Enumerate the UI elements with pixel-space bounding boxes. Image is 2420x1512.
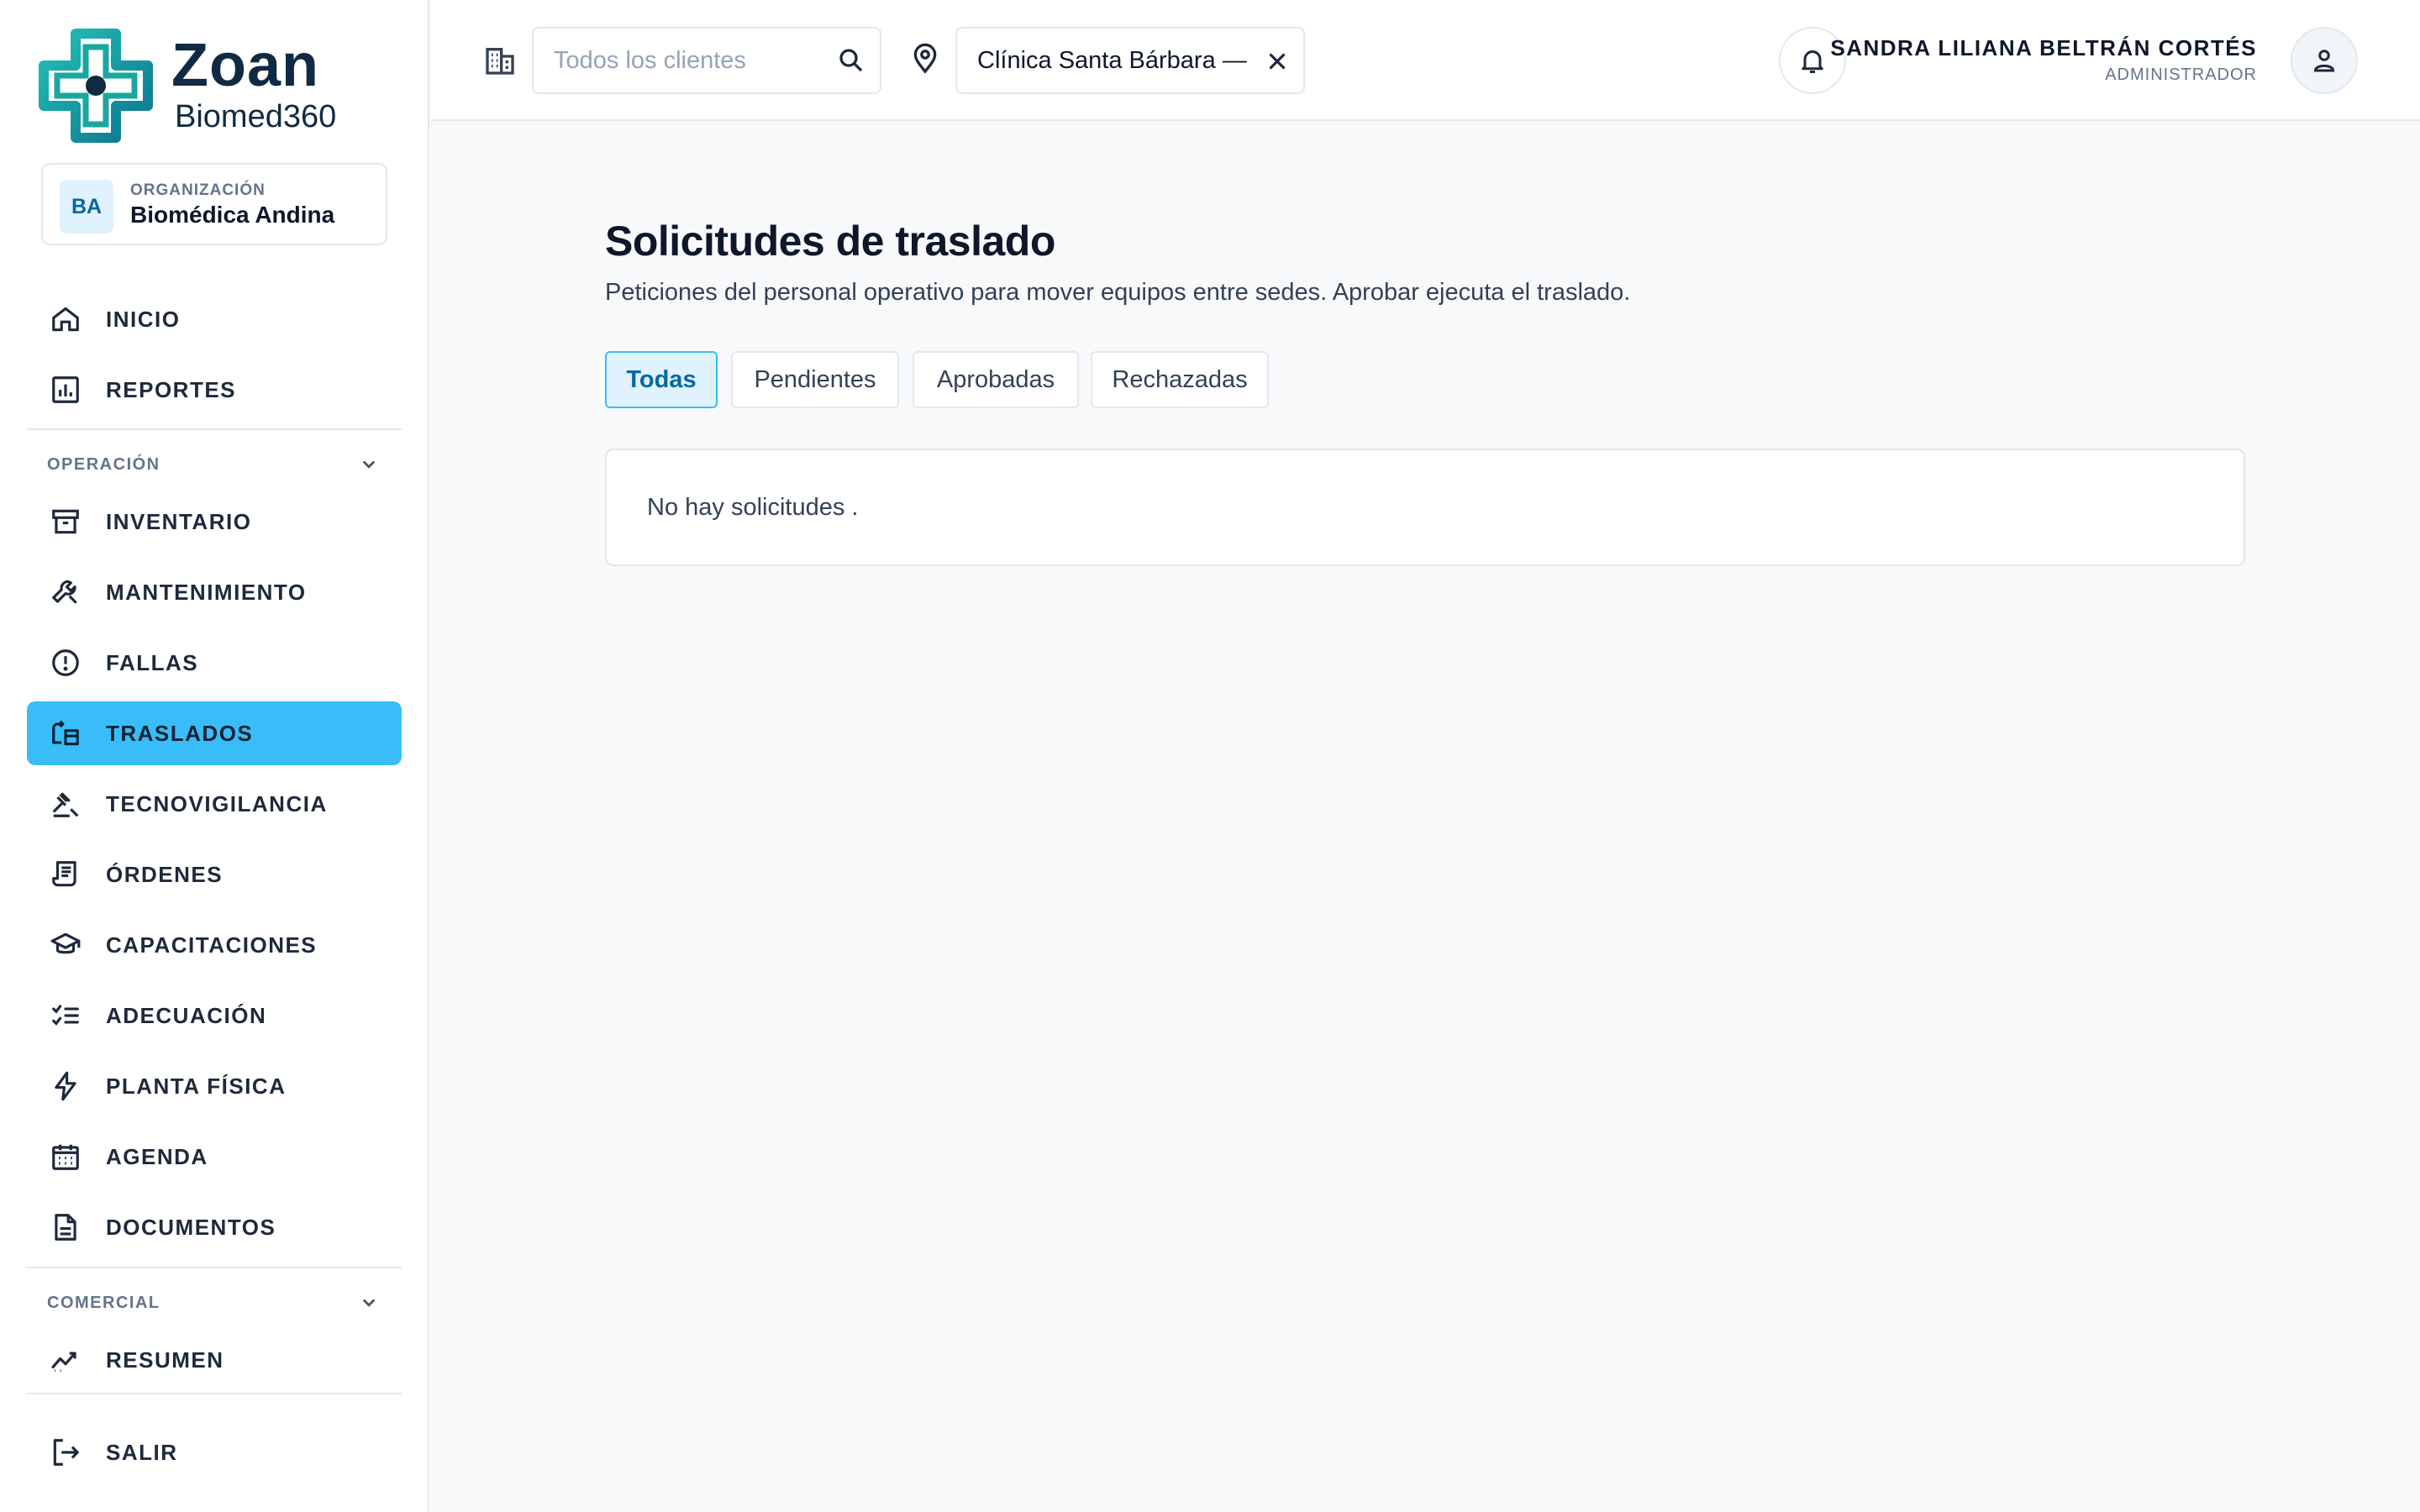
trending-icon: [49, 1343, 82, 1377]
client-search[interactable]: [532, 27, 881, 94]
sidebar-item-label: TECNOVIGILANCIA: [106, 790, 328, 816]
receipt-icon: [49, 858, 82, 891]
medical-cross-logo-icon: [39, 29, 153, 143]
sidebar-item-label: CAPACITACIONES: [106, 932, 318, 958]
sidebar-item-label: INICIO: [106, 306, 181, 332]
sidebar-item-label: INVENTARIO: [106, 508, 252, 534]
organization-initials-badge: BA: [60, 180, 113, 234]
sidebar-item-capacitaciones[interactable]: CAPACITACIONES: [27, 913, 402, 977]
sidebar-item-label: MANTENIMIENTO: [106, 579, 307, 605]
site-selector[interactable]: Clínica Santa Bárbara —: [955, 27, 1305, 94]
logout-icon: [49, 1436, 82, 1469]
archive-box-icon: [49, 505, 82, 538]
calendar-icon: [49, 1140, 82, 1173]
sidebar-item-label: FALLAS: [106, 649, 199, 675]
sidebar-item-label: TRASLADOS: [106, 720, 254, 746]
sidebar-item-label: ADECUACIÓN: [106, 1002, 267, 1028]
wrench-icon: [49, 575, 82, 609]
sidebar-divider: [27, 1393, 402, 1394]
alert-circle-icon: [49, 646, 82, 680]
bell-icon: [1802, 50, 1823, 73]
sidebar-divider: [27, 428, 402, 430]
tab-pendientes[interactable]: Pendientes: [731, 351, 899, 408]
sidebar-item-inventario[interactable]: INVENTARIO: [27, 490, 402, 554]
gavel-icon: [49, 787, 82, 821]
sidebar-item-inicio[interactable]: INICIO: [27, 287, 402, 351]
sidebar-item-label: PLANTA FÍSICA: [106, 1073, 287, 1099]
bar-chart-icon: [49, 373, 82, 407]
tab-rechazadas[interactable]: Rechazadas: [1091, 351, 1269, 408]
organization-card[interactable]: BA ORGANIZACIÓN Biomédica Andina: [41, 163, 387, 245]
chevron-down-icon[interactable]: [356, 1289, 381, 1315]
sidebar-item-traslados[interactable]: TRASLADOS: [27, 701, 402, 765]
organization-label: ORGANIZACIÓN: [130, 181, 266, 199]
page-title: Solicitudes de traslado: [605, 218, 1055, 265]
brand-name: Zoan: [171, 32, 319, 99]
user-role: ADMINISTRADOR: [2105, 66, 2257, 84]
section-label-operacion[interactable]: OPERACIÓN: [47, 455, 160, 475]
sidebar-item-ordenes[interactable]: ÓRDENES: [27, 843, 402, 906]
empty-message: No hay solicitudes .: [647, 494, 859, 521]
sidebar-item-mantenimiento[interactable]: MANTENIMIENTO: [27, 560, 402, 624]
sidebar-item-documentos[interactable]: DOCUMENTOS: [27, 1195, 402, 1259]
user-name: SANDRA LILIANA BELTRÁN CORTÉS: [1830, 35, 2257, 60]
sidebar-item-agenda[interactable]: AGENDA: [27, 1125, 402, 1189]
tab-aprobadas[interactable]: Aprobadas: [913, 351, 1079, 408]
topbar: Clínica Santa Bárbara — SANDRA LILIANA B…: [431, 0, 2420, 121]
requests-list-empty-state: No hay solicitudes .: [605, 449, 2245, 566]
location-pin-icon: [913, 43, 937, 74]
sidebar-item-label: AGENDA: [106, 1143, 208, 1169]
sidebar-item-label: REPORTES: [106, 376, 237, 402]
client-search-input[interactable]: [554, 42, 823, 79]
organization-name: Biomédica Andina: [130, 202, 335, 228]
chevron-down-icon[interactable]: [356, 451, 381, 476]
sidebar: Zoan Biomed360 BA ORGANIZACIÓN Biomédica…: [0, 0, 429, 1512]
building-icon: [486, 48, 514, 75]
search-icon[interactable]: [836, 45, 866, 76]
sidebar-item-resumen[interactable]: RESUMEN: [27, 1328, 402, 1392]
page-description: Peticiones del personal operativo para m…: [605, 279, 1631, 306]
logout-button[interactable]: SALIR: [27, 1420, 402, 1484]
checklist-icon: [49, 999, 82, 1032]
sidebar-item-planta-fisica[interactable]: PLANTA FÍSICA: [27, 1054, 402, 1118]
sidebar-item-adecuacion[interactable]: ADECUACIÓN: [27, 984, 402, 1047]
home-icon: [49, 302, 82, 336]
tab-todas[interactable]: Todas: [605, 351, 718, 408]
section-label-comercial[interactable]: COMERCIAL: [47, 1294, 160, 1313]
close-icon[interactable]: [1263, 47, 1292, 76]
graduation-cap-icon: [49, 928, 82, 962]
sidebar-item-label: ÓRDENES: [106, 861, 224, 887]
document-icon: [49, 1210, 82, 1244]
avatar[interactable]: [2291, 27, 2358, 94]
transfer-icon: [49, 717, 82, 750]
sidebar-item-label: SALIR: [106, 1439, 178, 1465]
sidebar-item-tecnovigilancia[interactable]: TECNOVIGILANCIA: [27, 772, 402, 836]
site-selector-value: Clínica Santa Bárbara —: [977, 47, 1247, 74]
brand-product: Biomed360: [175, 99, 337, 134]
sidebar-item-reportes[interactable]: REPORTES: [27, 358, 402, 422]
sidebar-item-fallas[interactable]: FALLAS: [27, 631, 402, 695]
sidebar-item-label: DOCUMENTOS: [106, 1214, 276, 1240]
sidebar-divider: [27, 1267, 402, 1268]
sidebar-item-label: RESUMEN: [106, 1347, 224, 1373]
lightning-icon: [49, 1069, 82, 1103]
user-icon: [2313, 50, 2335, 72]
brand-logo[interactable]: Zoan Biomed360: [39, 29, 392, 146]
